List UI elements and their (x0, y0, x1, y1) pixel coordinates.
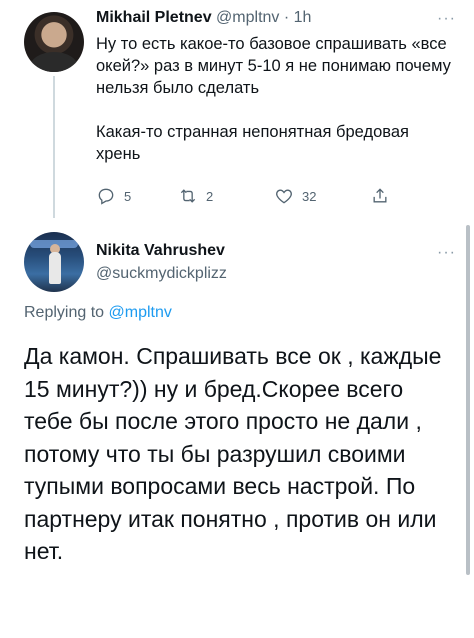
reply-tweet[interactable]: Nikita Vahrushev @suckmydickplizz ··· Re… (0, 218, 474, 638)
header-separator: · (279, 9, 294, 26)
retweet-icon (180, 189, 196, 203)
share-button[interactable] (370, 184, 398, 208)
like-count: 32 (302, 188, 317, 204)
scrollbar[interactable] (466, 225, 470, 575)
tweet-header: Mikhail Pletnev @mpltnv · 1h (96, 9, 311, 27)
tweet-time[interactable]: 1h (294, 9, 312, 26)
reply-icon (98, 188, 114, 205)
reply-count: 5 (124, 188, 132, 204)
more-options-icon[interactable]: ··· (437, 244, 456, 262)
tweet-actions: 5 2 32 (96, 184, 396, 208)
author-name[interactable]: Mikhail Pletnev (96, 9, 212, 26)
tweet-paragraph: Какая-то странная непонятная бредовая хр… (96, 123, 409, 163)
replying-to: Replying to @mpltnv (24, 304, 172, 322)
author-handle[interactable]: @mpltnv (216, 9, 279, 26)
reply-button[interactable]: 5 (96, 184, 131, 208)
replying-mention-link[interactable]: @mpltnv (109, 304, 172, 321)
tweet-text: Ну то есть какое-то базовое спрашивать «… (96, 33, 456, 165)
more-options-icon[interactable]: ··· (437, 10, 456, 28)
avatar[interactable] (24, 232, 84, 292)
original-tweet[interactable]: Mikhail Pletnev @mpltnv · 1h ··· Ну то е… (0, 0, 474, 218)
author-handle[interactable]: @suckmydickplizz (96, 265, 227, 283)
like-button[interactable]: 32 (274, 184, 316, 208)
reply-text: Да камон. Спрашивать все ок , каждые 15 … (24, 343, 442, 564)
retweet-count: 2 (206, 188, 214, 204)
heart-icon (276, 189, 292, 204)
thread-connector-line (53, 76, 55, 218)
retweet-button[interactable]: 2 (178, 184, 213, 208)
author-name[interactable]: Nikita Vahrushev (96, 242, 225, 260)
avatar[interactable] (24, 12, 84, 72)
share-icon (373, 188, 387, 203)
tweet-paragraph: Ну то есть какое-то базовое спрашивать «… (96, 35, 451, 97)
replying-prefix: Replying to (24, 304, 109, 321)
